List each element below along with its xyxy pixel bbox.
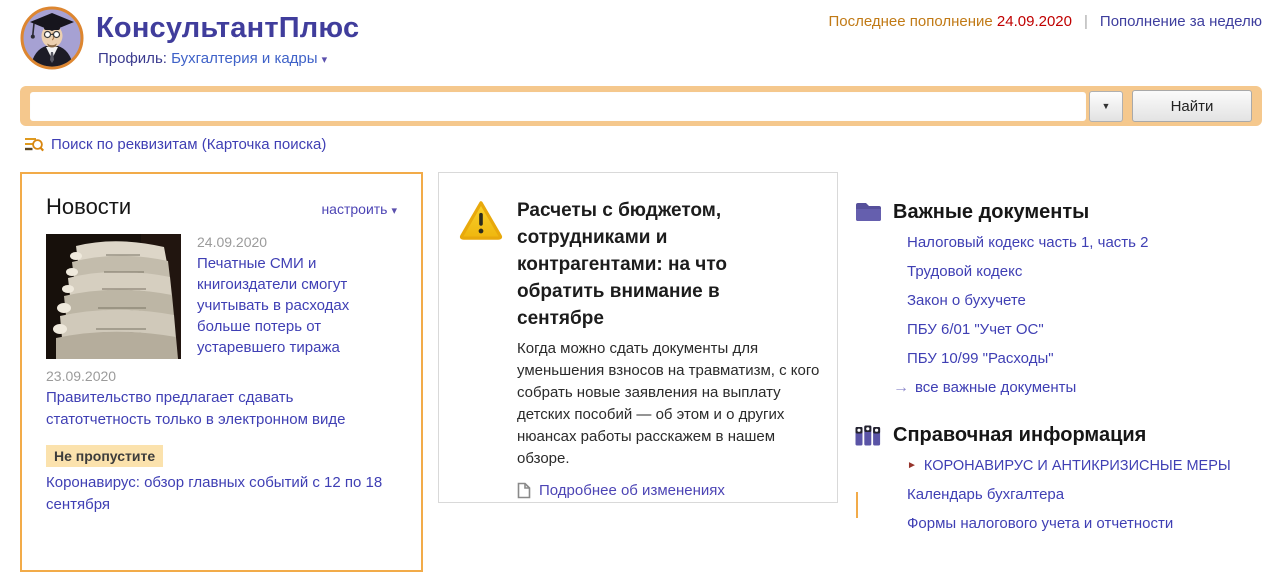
news-item: 24.09.2020 Печатные СМИ и книгоиздатели … [46, 234, 397, 359]
news-panel: Новости настроить▾ [20, 172, 423, 572]
find-button[interactable]: Найти [1132, 90, 1252, 122]
doc-link[interactable]: Налоговый кодекс часть 1, часть 2 [907, 234, 1275, 252]
review-title: Расчеты с бюджетом, сотрудниками и контр… [517, 197, 767, 332]
last-update-link[interactable]: Последнее пополнение 24.09.2020 [828, 13, 1072, 30]
requisites-row: Поиск по реквизитам (Карточка поиска) [24, 136, 326, 153]
dont-miss-badge: Не пропустите [46, 445, 163, 467]
requisites-search-link[interactable]: Поиск по реквизитам (Карточка поиска) [51, 136, 326, 153]
section-title: Справочная информация [893, 424, 1146, 447]
top-links: Последнее пополнение 24.09.2020 | Пополнен… [828, 13, 1262, 30]
chevron-down-icon[interactable]: ▾ [322, 54, 328, 66]
news-date: 23.09.2020 [46, 368, 397, 384]
doc-link[interactable]: Трудовой кодекс [907, 263, 1275, 281]
profile-label: Профиль: [98, 50, 167, 67]
last-update-date: 24.09.2020 [997, 13, 1072, 30]
important-documents-links: Налоговый кодекс часть 1, часть 2 Трудов… [907, 234, 1275, 397]
news-date: 24.09.2020 [197, 234, 397, 250]
review-body: Когда можно сдать документы для уменьшен… [517, 338, 821, 470]
week-update-link[interactable]: Пополнение за неделю [1100, 13, 1262, 30]
search-dropdown-button[interactable]: ▼ [1089, 91, 1123, 122]
reference-information-links: ► КОРОНАВИРУС И АНТИКРИЗИСНЫЕ МЕРЫ Кален… [907, 457, 1275, 533]
monthly-review-panel: Расчеты с бюджетом, сотрудниками и контр… [438, 172, 838, 503]
right-column: Важные документы Налоговый кодекс часть … [855, 188, 1275, 533]
news-link[interactable]: Правительство предлагает сдавать статотч… [46, 387, 397, 431]
configure-news-link[interactable]: настроить▾ [321, 201, 397, 217]
profile-selector[interactable]: Бухгалтерия и кадры [171, 50, 317, 67]
news-link[interactable]: Печатные СМИ и книгоиздатели смогут учит… [197, 253, 397, 358]
card-search-icon [24, 136, 44, 153]
doc-link[interactable]: ПБУ 6/01 "Учет ОС" [907, 321, 1275, 339]
news-item: 23.09.2020 Правительство предлагает сдав… [46, 368, 397, 431]
chevron-down-icon: ▾ [391, 205, 397, 217]
folder-icon [855, 202, 881, 222]
section-title: Важные документы [893, 201, 1089, 224]
news-panel-title: Новости [46, 194, 131, 220]
search-bar: ▼ Найти [20, 86, 1262, 126]
consultantplus-logo[interactable] [20, 6, 84, 70]
review-more-link[interactable]: Подробнее об изменениях [539, 482, 725, 499]
search-input[interactable] [30, 92, 1086, 121]
red-triangle-marker-icon: ► [907, 461, 917, 471]
important-documents-header: Важные документы [855, 200, 1275, 224]
document-icon [517, 482, 531, 499]
news-link[interactable]: Коронавирус: обзор главных событий с 12 … [46, 472, 397, 516]
profile-row: Профиль: Бухгалтерия и кадры ▾ [98, 50, 327, 67]
brand-title[interactable]: КонсультантПлюс [96, 12, 359, 45]
arrow-right-icon: → [893, 380, 909, 396]
binders-icon [855, 424, 881, 446]
reference-information-header: Справочная информация [855, 423, 1275, 447]
doc-link[interactable]: ПБУ 10/99 "Расходы" [907, 350, 1275, 368]
ref-link[interactable]: Календарь бухгалтера [907, 486, 1275, 504]
all-important-documents-link[interactable]: все важные документы [915, 379, 1076, 397]
coronavirus-link[interactable]: КОРОНАВИРУС И АНТИКРИЗИСНЫЕ МЕРЫ [924, 457, 1231, 475]
newspapers-stack-image [46, 234, 181, 359]
separator: | [1084, 13, 1088, 30]
doc-link[interactable]: Закон о бухучете [907, 292, 1275, 310]
newspapers-photo[interactable] [46, 234, 181, 359]
professor-mascot-icon [20, 6, 84, 70]
warning-triangle-icon [459, 200, 503, 240]
orange-panel-edge-fragment [856, 492, 858, 518]
